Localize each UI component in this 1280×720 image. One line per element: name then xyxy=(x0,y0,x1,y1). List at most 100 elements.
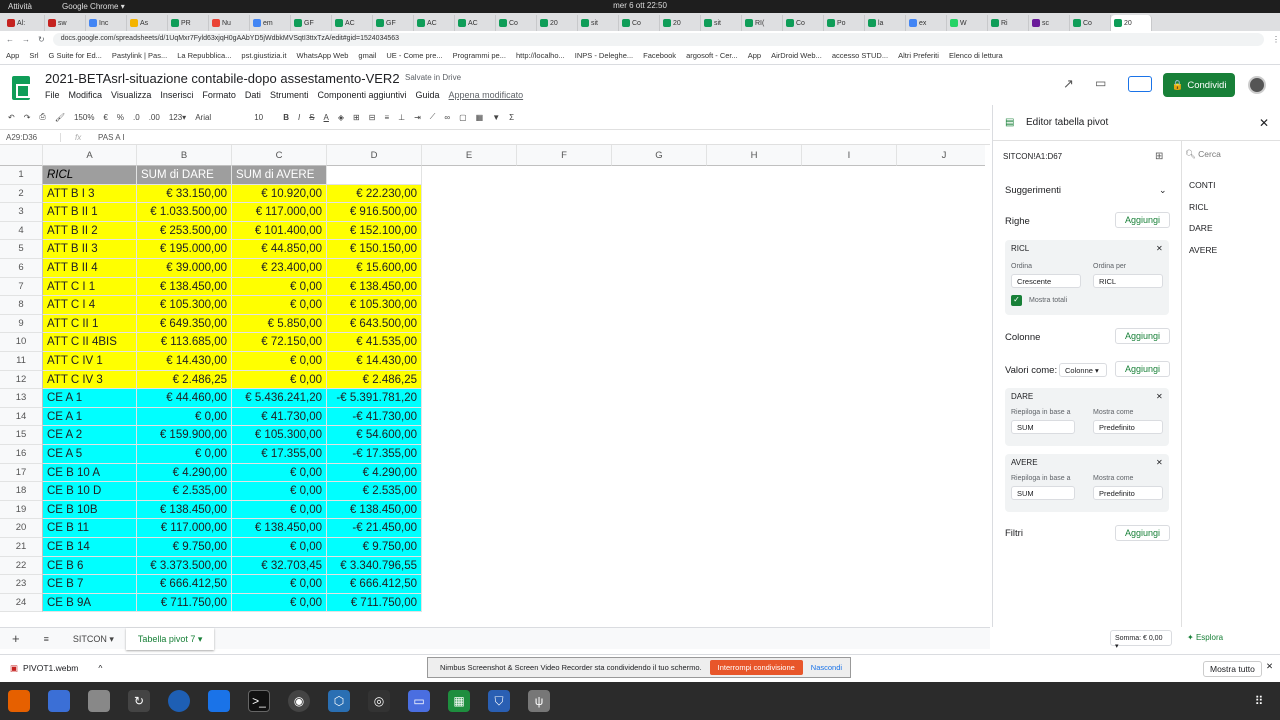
clock[interactable]: mer 6 ott 22:50 xyxy=(0,1,1280,10)
value-cell[interactable]: -€ 21.450,00 xyxy=(327,519,422,538)
writer-icon[interactable] xyxy=(208,690,230,712)
text-color-icon[interactable]: A xyxy=(324,113,329,122)
ricl-cell[interactable]: CE B 6 xyxy=(43,556,137,576)
column-header[interactable]: J xyxy=(897,145,985,166)
bookmark-item[interactable]: argosoft - Cer... xyxy=(686,51,738,60)
show-all-button[interactable]: Mostra tutto xyxy=(1203,661,1262,677)
row-header[interactable]: 17 xyxy=(0,463,43,483)
ricl-cell[interactable]: ATT C II 1 xyxy=(43,314,137,334)
value-cell[interactable]: € 101.400,00 xyxy=(232,221,327,241)
row-header[interactable]: 11 xyxy=(0,352,43,371)
value-cell[interactable]: € 5.850,00 xyxy=(232,314,327,334)
vpn-icon[interactable]: ⛉ xyxy=(488,690,510,712)
value-cell[interactable]: € 711.750,00 xyxy=(327,593,422,613)
column-header[interactable]: D xyxy=(327,145,422,166)
row-header[interactable]: 20 xyxy=(0,519,43,538)
value-cell[interactable]: € 15.600,00 xyxy=(327,259,422,278)
doc-title[interactable]: 2021-BETAsrl-situazione contabile-dopo a… xyxy=(45,71,400,86)
ricl-cell[interactable]: ATT C I 1 xyxy=(43,277,137,297)
value-cell[interactable]: € 4.290,00 xyxy=(137,463,232,483)
remove-value-icon[interactable]: ✕ xyxy=(1156,458,1163,467)
borders-icon[interactable]: ⊞ xyxy=(353,113,360,122)
range-grid-icon[interactable]: ⊞ xyxy=(1155,151,1163,162)
forward-icon[interactable]: → xyxy=(22,35,30,44)
field-item[interactable]: AVERE xyxy=(1189,240,1217,262)
value-cell[interactable]: € 105.300,00 xyxy=(232,426,327,445)
fill-color-icon[interactable]: ◈ xyxy=(338,113,344,122)
back-icon[interactable]: ← xyxy=(6,35,14,44)
value-cell[interactable]: € 0,00 xyxy=(232,370,327,390)
ricl-cell[interactable]: CE B 9A xyxy=(43,593,137,613)
rotate-icon[interactable]: ⟋ xyxy=(430,112,436,122)
ricl-cell[interactable]: CE A 1 xyxy=(43,407,137,427)
download-file[interactable]: PIVOT1.webm xyxy=(23,663,78,673)
value-cell[interactable]: € 117.000,00 xyxy=(137,519,232,538)
value-cell[interactable]: € 2.486,25 xyxy=(137,370,232,390)
strikethrough-icon[interactable]: S xyxy=(309,113,314,122)
value-cell[interactable]: € 22.230,00 xyxy=(327,184,422,204)
menu-item[interactable]: Guida xyxy=(416,90,440,100)
value-cell[interactable]: € 253.500,00 xyxy=(137,221,232,241)
ricl-cell[interactable]: CE B 7 xyxy=(43,575,137,594)
row-header[interactable]: 7 xyxy=(0,277,43,297)
bold-icon[interactable]: B xyxy=(283,113,289,122)
row-header[interactable]: 3 xyxy=(0,203,43,222)
link-icon[interactable]: ∞ xyxy=(444,113,450,122)
comment-icon[interactable]: ▢ xyxy=(459,113,467,122)
terminal-icon[interactable]: >_ xyxy=(248,690,270,712)
remove-value-icon[interactable]: ✕ xyxy=(1156,392,1163,401)
bookmark-item[interactable]: La Repubblica... xyxy=(177,51,231,60)
value-cell[interactable]: € 0,00 xyxy=(232,593,327,613)
value-cell[interactable]: € 10.920,00 xyxy=(232,184,327,204)
browser-tab[interactable]: W xyxy=(947,15,988,31)
row-header[interactable]: 2 xyxy=(0,184,43,204)
value-cell[interactable]: € 41.535,00 xyxy=(327,333,422,352)
bookmark-item[interactable]: Elenco di lettura xyxy=(949,51,1003,60)
pivot-header-cell[interactable] xyxy=(327,166,422,185)
row-header[interactable]: 13 xyxy=(0,389,43,408)
value-cell[interactable]: € 32.703,45 xyxy=(232,556,327,576)
column-header[interactable]: G xyxy=(612,145,707,166)
value-cell[interactable]: € 916.500,00 xyxy=(327,203,422,222)
chrome-icon[interactable]: ◉ xyxy=(288,690,310,712)
screenshot-icon[interactable]: ▭ xyxy=(408,690,430,712)
order-select[interactable]: Crescente xyxy=(1011,274,1081,288)
browser-tab[interactable]: em xyxy=(250,15,291,31)
value-cell[interactable]: € 33.150,00 xyxy=(137,184,232,204)
menu-item[interactable]: Formato xyxy=(202,90,236,100)
select-all-corner[interactable] xyxy=(0,145,43,166)
italic-icon[interactable]: I xyxy=(298,113,300,122)
value-cell[interactable]: € 105.300,00 xyxy=(137,296,232,315)
ricl-cell[interactable]: ATT B II 2 xyxy=(43,221,137,241)
value-cell[interactable]: € 5.436.241,20 xyxy=(232,389,327,408)
value-cell[interactable]: € 0,00 xyxy=(232,352,327,371)
row-header[interactable]: 18 xyxy=(0,482,43,501)
value-cell[interactable]: € 666.412,50 xyxy=(137,575,232,594)
print-icon[interactable]: ⎙ xyxy=(39,112,45,122)
bookmark-item[interactable]: Pastylink | Pas... xyxy=(112,51,167,60)
browser-tab[interactable]: la xyxy=(865,15,906,31)
browser-tab[interactable]: Co xyxy=(783,15,824,31)
formula-input[interactable]: PAS A I xyxy=(98,133,125,142)
bookmark-item[interactable]: UE - Come pre... xyxy=(386,51,442,60)
add-value-button[interactable]: Aggiungi xyxy=(1115,361,1170,377)
ricl-cell[interactable]: ATT B I 3 xyxy=(43,184,137,204)
value-cell[interactable]: € 72.150,00 xyxy=(232,333,327,352)
bookmark-item[interactable]: INPS - Deleghe... xyxy=(575,51,633,60)
menu-item[interactable]: Visualizza xyxy=(111,90,151,100)
row-header[interactable]: 4 xyxy=(0,221,43,241)
undo-icon[interactable]: ↶ xyxy=(8,113,15,122)
value-cell[interactable]: € 711.750,00 xyxy=(137,593,232,613)
bookmark-item[interactable]: accesso STUD... xyxy=(832,51,888,60)
browser-tab[interactable]: sc xyxy=(1029,15,1070,31)
saved-status[interactable]: Salvate in Drive xyxy=(405,73,461,82)
redo-icon[interactable]: ↷ xyxy=(24,113,31,122)
value-cell[interactable]: € 138.450,00 xyxy=(137,500,232,520)
camera-icon[interactable]: ◎ xyxy=(368,690,390,712)
row-header[interactable]: 23 xyxy=(0,575,43,594)
value-cell[interactable]: € 113.685,00 xyxy=(137,333,232,352)
bookmark-item[interactable]: pst.giustizia.it xyxy=(241,51,286,60)
bookmark-item[interactable]: App xyxy=(748,51,761,60)
value-cell[interactable]: € 0,00 xyxy=(232,463,327,483)
value-cell[interactable]: € 666.412,50 xyxy=(327,575,422,594)
